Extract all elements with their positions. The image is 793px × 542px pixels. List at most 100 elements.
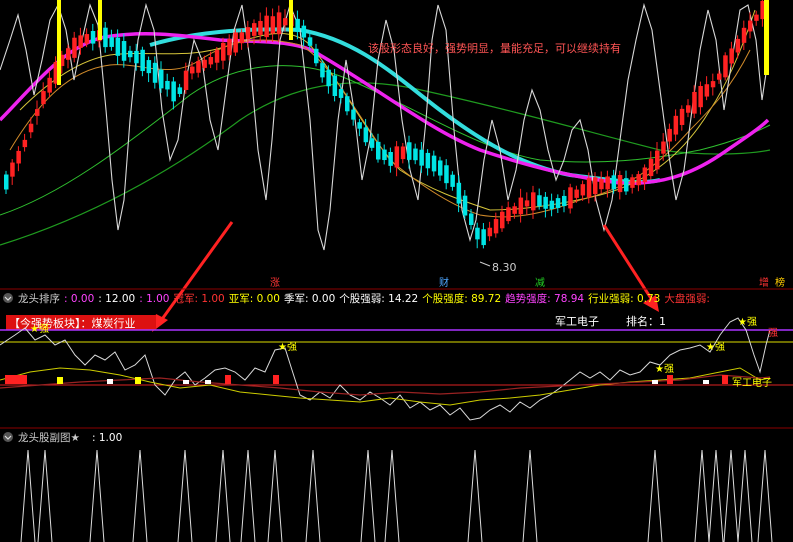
candle-body — [239, 32, 245, 44]
candle-body — [717, 73, 722, 80]
header-segment: 亚军: 0.00 — [229, 293, 280, 305]
candle-body — [549, 200, 555, 210]
candle-body — [326, 69, 331, 87]
candle-body — [425, 152, 431, 169]
candle-body — [661, 141, 666, 154]
candle-body — [531, 192, 536, 211]
header-segment: 趋势强度: 78.94 — [505, 292, 584, 305]
candle-body — [450, 174, 455, 187]
candle-body — [748, 20, 753, 32]
header-segment: : 1.00 — [139, 293, 169, 305]
candle-body — [190, 66, 195, 74]
candle-body — [419, 149, 424, 166]
candle-body — [741, 27, 747, 43]
candle-body — [245, 27, 251, 40]
candle-body — [276, 12, 282, 35]
candle-body — [431, 155, 437, 172]
chart-background — [0, 0, 793, 542]
indicator-header: 龙头排序: 0.00: 12.00: 1.00 冠军: 1.00 亚军: 0.00 季… — [18, 292, 710, 305]
candle-body — [183, 70, 189, 90]
strong-marker: ★强 — [655, 363, 674, 375]
candle-body — [214, 50, 220, 63]
candle-body — [580, 184, 586, 196]
strong-marker: ★强 — [706, 341, 725, 353]
header-segment: 行业强弱: 0.73 — [588, 292, 660, 305]
candle-body — [487, 227, 493, 237]
candle-body — [295, 18, 300, 32]
candle-body — [363, 127, 369, 143]
candle-body — [686, 105, 691, 113]
signal-block — [5, 375, 27, 384]
analysis-annotation: 该股形态良好，强势明显，量能充足，可以继续持有 — [368, 41, 621, 55]
candle-body — [28, 123, 34, 133]
candle-body — [512, 206, 517, 214]
candle-body — [66, 48, 71, 60]
header-segment: 个股强弱: 14.22 — [339, 293, 418, 305]
candle-body — [264, 15, 269, 38]
candle-body — [568, 187, 573, 209]
candle-body — [605, 176, 610, 190]
candle-body — [413, 148, 418, 161]
candle-body — [369, 138, 375, 148]
candle-body — [438, 160, 443, 176]
sector-badge[interactable]: 【今强势板块】：煤炭行业 — [9, 316, 136, 330]
candle-body — [109, 37, 114, 47]
collapse-icon[interactable] — [3, 293, 13, 303]
signal-block — [652, 380, 658, 384]
candle-body — [667, 128, 672, 142]
tag-zhang[interactable]: 涨 — [270, 277, 280, 289]
tag-zeng[interactable]: 增 — [759, 276, 769, 289]
candle-body — [593, 177, 598, 195]
candle-body — [351, 109, 356, 120]
candle-body — [710, 81, 716, 88]
candle-body — [611, 175, 617, 190]
candle-body — [41, 91, 46, 105]
collapse-icon[interactable] — [3, 432, 13, 442]
candle-body — [140, 49, 145, 72]
candle-body — [177, 87, 183, 94]
candle-body — [270, 16, 276, 34]
candle-body — [735, 38, 741, 53]
signal-block — [183, 380, 189, 384]
strong-marker: ★强 — [738, 316, 757, 328]
candle-body — [586, 178, 592, 198]
candle-body — [679, 108, 685, 125]
candle-body — [655, 150, 660, 170]
candle-body — [704, 84, 710, 97]
yellow-bar — [98, 0, 102, 40]
candle-body — [159, 69, 164, 89]
candle-body — [301, 25, 307, 38]
candle-body — [537, 195, 542, 207]
candle-body — [698, 86, 703, 108]
candle-body — [617, 175, 623, 193]
candle-body — [72, 37, 77, 58]
candle-body — [648, 158, 654, 177]
tag-cai[interactable]: 财 — [439, 276, 449, 289]
candle-body — [456, 182, 462, 204]
candle-body — [555, 198, 561, 209]
strong-side-label: 强 — [768, 327, 778, 339]
candle-body — [16, 150, 21, 164]
candle-body — [338, 89, 344, 98]
rank-label: 排名：1 — [626, 314, 666, 328]
signal-block — [57, 377, 63, 384]
candle-body — [673, 115, 679, 135]
sub-panel-value: : 1.00 — [92, 432, 122, 444]
header-segment: : 0.00 — [64, 293, 94, 305]
signal-block — [273, 375, 279, 384]
signal-block — [703, 380, 709, 384]
candle-body — [128, 50, 133, 58]
strong-marker: ★强 — [278, 341, 297, 353]
candle-body — [493, 219, 499, 234]
tag-jian[interactable]: 减 — [535, 277, 545, 289]
candle-body — [202, 59, 207, 68]
candle-body — [227, 38, 232, 56]
candle-body — [692, 91, 697, 114]
candle-body — [394, 146, 400, 168]
candle-body — [22, 139, 28, 148]
signal-block — [225, 375, 231, 384]
candle-body — [345, 96, 350, 112]
tag-bang[interactable]: 榜 — [775, 276, 785, 289]
candle-body — [524, 200, 530, 207]
candle-body — [121, 41, 127, 61]
